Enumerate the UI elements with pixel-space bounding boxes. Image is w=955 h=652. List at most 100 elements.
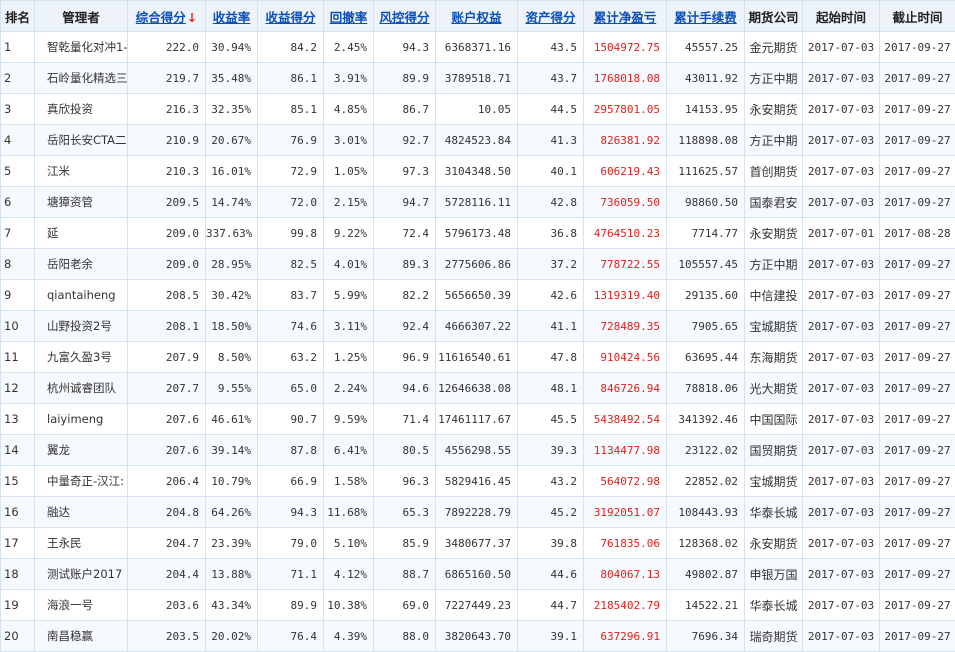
cell-return-rate: 43.34% [206, 590, 258, 621]
header-return-rate[interactable]: 收益率 [206, 1, 258, 32]
cell-manager[interactable]: 海浪一号 [35, 590, 128, 621]
manager-link[interactable]: 南昌稳赢 [47, 629, 93, 643]
header-drawdown[interactable]: 回撤率 [324, 1, 374, 32]
cell-drawdown: 4.01% [324, 249, 374, 280]
sort-drawdown-link[interactable]: 回撤率 [330, 10, 368, 25]
manager-link[interactable]: 融达 [47, 505, 70, 519]
manager-link[interactable]: 九富久盈3号 [47, 350, 112, 364]
cell-manager[interactable]: 九富久盈3号 [35, 342, 128, 373]
manager-link[interactable]: 岳阳老余 [47, 257, 93, 271]
cell-manager[interactable]: 智乾量化对冲1- [35, 32, 128, 63]
header-row: 排名 管理者 综合得分↓ 收益率 收益得分 回撤率 风控得分 账户权益 资产得分… [1, 1, 955, 32]
cell-drawdown: 5.10% [324, 528, 374, 559]
header-total-score[interactable]: 综合得分↓ [128, 1, 206, 32]
cell-total-score: 204.8 [128, 497, 206, 528]
manager-link[interactable]: 智乾量化对冲1- [47, 40, 127, 54]
cell-return-rate: 28.95% [206, 249, 258, 280]
sort-return-score-link[interactable]: 收益得分 [265, 10, 315, 25]
manager-link[interactable]: 杭州诚睿团队 [47, 381, 116, 395]
cell-risk-score: 89.3 [374, 249, 436, 280]
cell-end-date: 2017-09-27 [880, 125, 955, 156]
manager-link[interactable]: 延 [47, 226, 59, 240]
manager-link[interactable]: 海浪一号 [47, 598, 93, 612]
cell-manager[interactable]: 岳阳老余 [35, 249, 128, 280]
cell-manager[interactable]: 塘獐资管 [35, 187, 128, 218]
sort-return-rate-link[interactable]: 收益率 [213, 10, 251, 25]
cell-start-date: 2017-07-03 [803, 528, 880, 559]
cell-drawdown: 10.38% [324, 590, 374, 621]
header-asset-score[interactable]: 资产得分 [518, 1, 584, 32]
header-equity[interactable]: 账户权益 [436, 1, 518, 32]
manager-link[interactable]: 测试账户2017 [47, 567, 122, 581]
cell-end-date: 2017-09-27 [880, 342, 955, 373]
cell-equity: 6368371.16 [436, 32, 518, 63]
cell-equity: 5796173.48 [436, 218, 518, 249]
cell-manager[interactable]: 融达 [35, 497, 128, 528]
cell-rank: 2 [1, 63, 35, 94]
header-net-profit[interactable]: 累计净盈亏 [584, 1, 667, 32]
sort-equity-link[interactable]: 账户权益 [451, 10, 501, 25]
manager-link[interactable]: qiantaiheng [47, 288, 116, 302]
cell-manager[interactable]: 延 [35, 218, 128, 249]
cell-manager[interactable]: 南昌稳赢 [35, 621, 128, 652]
cell-manager[interactable]: qiantaiheng [35, 280, 128, 311]
cell-fees: 7696.34 [667, 621, 745, 652]
manager-link[interactable]: 石岭量化精选三 [47, 71, 128, 85]
cell-end-date: 2017-09-27 [880, 249, 955, 280]
cell-return-score: 84.2 [258, 32, 324, 63]
cell-manager[interactable]: laiyimeng [35, 404, 128, 435]
cell-return-score: 82.5 [258, 249, 324, 280]
cell-manager[interactable]: 王永民 [35, 528, 128, 559]
header-fees[interactable]: 累计手续费 [667, 1, 745, 32]
sort-risk-score-link[interactable]: 风控得分 [379, 10, 429, 25]
manager-link[interactable]: 真欣投资 [47, 102, 93, 116]
manager-link[interactable]: 翼龙 [47, 443, 70, 457]
cell-manager[interactable]: 中量奇正-汉江: [35, 466, 128, 497]
header-return-score[interactable]: 收益得分 [258, 1, 324, 32]
cell-total-score: 207.6 [128, 404, 206, 435]
manager-link[interactable]: 塘獐资管 [47, 195, 93, 209]
manager-link[interactable]: laiyimeng [47, 412, 103, 426]
cell-fees: 14153.95 [667, 94, 745, 125]
manager-link[interactable]: 江米 [47, 164, 70, 178]
manager-link[interactable]: 岳阳长安CTA二- [47, 133, 128, 147]
cell-end-date: 2017-09-27 [880, 94, 955, 125]
cell-broker: 宝城期货 [745, 466, 803, 497]
cell-return-rate: 23.39% [206, 528, 258, 559]
cell-risk-score: 94.7 [374, 187, 436, 218]
cell-manager[interactable]: 测试账户2017 [35, 559, 128, 590]
header-rank: 排名 [1, 1, 35, 32]
sort-asset-score-link[interactable]: 资产得分 [525, 10, 575, 25]
ranking-table: 排名 管理者 综合得分↓ 收益率 收益得分 回撤率 风控得分 账户权益 资产得分… [0, 0, 955, 652]
cell-drawdown: 1.25% [324, 342, 374, 373]
sort-fees-link[interactable]: 累计手续费 [674, 10, 737, 25]
cell-fees: 23122.02 [667, 435, 745, 466]
cell-manager[interactable]: 翼龙 [35, 435, 128, 466]
cell-manager[interactable]: 江米 [35, 156, 128, 187]
cell-return-rate: 8.50% [206, 342, 258, 373]
manager-link[interactable]: 山野投资2号 [47, 319, 112, 333]
cell-asset-score: 44.6 [518, 559, 584, 590]
cell-end-date: 2017-09-27 [880, 280, 955, 311]
cell-fees: 341392.46 [667, 404, 745, 435]
manager-link[interactable]: 中量奇正-汉江: [47, 474, 124, 488]
sort-net-profit-link[interactable]: 累计净盈亏 [594, 10, 657, 25]
cell-broker: 申银万国 [745, 559, 803, 590]
cell-manager[interactable]: 石岭量化精选三 [35, 63, 128, 94]
cell-manager[interactable]: 杭州诚睿团队 [35, 373, 128, 404]
table-row: 10山野投资2号208.118.50%74.63.11%92.44666307.… [1, 311, 955, 342]
cell-manager[interactable]: 山野投资2号 [35, 311, 128, 342]
header-risk-score[interactable]: 风控得分 [374, 1, 436, 32]
manager-link[interactable]: 王永民 [47, 536, 82, 550]
cell-manager[interactable]: 真欣投资 [35, 94, 128, 125]
sort-total-score-link[interactable]: 综合得分 [136, 10, 186, 25]
cell-net-profit: 564072.98 [584, 466, 667, 497]
cell-rank: 12 [1, 373, 35, 404]
cell-rank: 16 [1, 497, 35, 528]
cell-total-score: 209.5 [128, 187, 206, 218]
cell-end-date: 2017-09-27 [880, 187, 955, 218]
header-broker: 期货公司 [745, 1, 803, 32]
cell-manager[interactable]: 岳阳长安CTA二- [35, 125, 128, 156]
cell-broker: 瑞奇期货 [745, 621, 803, 652]
cell-broker: 首创期货 [745, 156, 803, 187]
